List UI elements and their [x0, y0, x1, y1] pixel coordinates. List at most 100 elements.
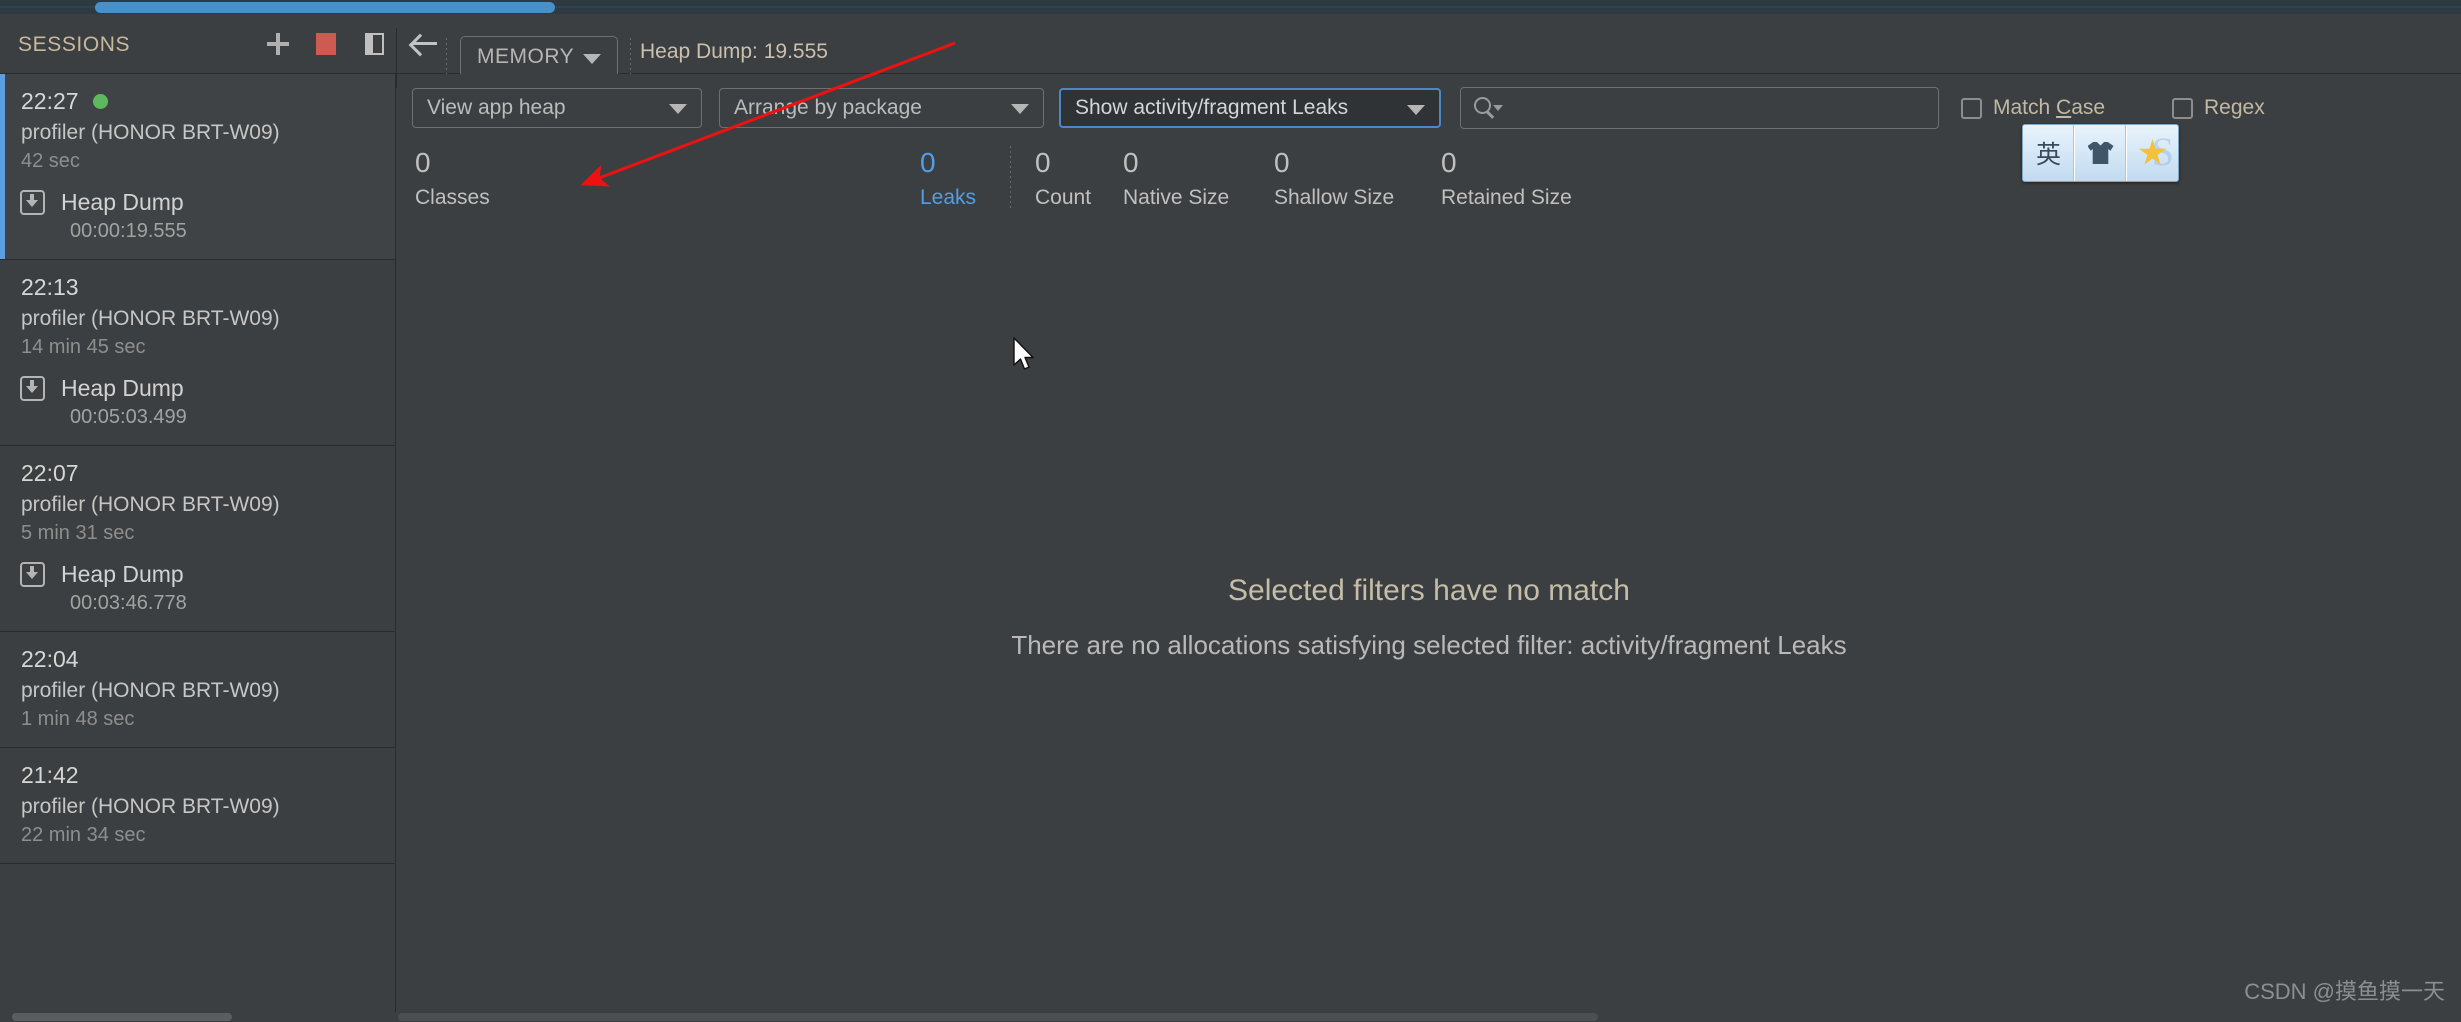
- session-capture-row[interactable]: Heap Dump: [20, 189, 395, 216]
- session-capture-name: Heap Dump: [61, 375, 184, 401]
- checkbox-box-icon: [2172, 97, 2193, 119]
- leak-filter-dropdown[interactable]: Show activity/fragment Leaks: [1059, 88, 1441, 128]
- heap-dump-icon: [20, 376, 45, 401]
- stat-retained-size-caption: Retained Size: [1441, 186, 1572, 209]
- match-case-checkbox[interactable]: Match Case: [1961, 96, 2105, 120]
- stat-count-caption: Count: [1035, 186, 1092, 209]
- session-duration: 42 sec: [21, 150, 80, 172]
- stat-count: 0 Count: [1035, 146, 1091, 212]
- search-icon: [1474, 97, 1503, 121]
- session-device: profiler (HONOR BRT-W09): [21, 493, 280, 516]
- scrollbar-thumb[interactable]: [12, 1013, 232, 1021]
- session-item[interactable]: 22:04 profiler (HONOR BRT-W09) 1 min 48 …: [0, 632, 395, 748]
- session-item[interactable]: 22:07 profiler (HONOR BRT-W09) 5 min 31 …: [0, 446, 395, 632]
- toggle-sessions-panel-button[interactable]: [358, 28, 390, 60]
- header-dotted-divider-left: [446, 38, 447, 76]
- sessions-panel-title: SESSIONS: [18, 33, 131, 56]
- back-arrow-icon: [411, 33, 437, 55]
- stop-record-icon: [316, 33, 336, 55]
- session-time: 22:27: [21, 88, 79, 114]
- session-capture-row[interactable]: Heap Dump: [20, 561, 395, 588]
- regex-checkbox[interactable]: Regex: [2172, 96, 2265, 120]
- plus-icon: [267, 33, 289, 55]
- search-box[interactable]: [1460, 87, 1939, 130]
- heap-dump-icon: [20, 562, 45, 587]
- session-capture-name: Heap Dump: [61, 189, 184, 215]
- session-time-row: 22:07: [21, 460, 395, 487]
- session-selected-accent: [0, 74, 5, 259]
- chevron-down-icon: [1011, 104, 1029, 114]
- session-capture-row[interactable]: Heap Dump: [20, 375, 395, 402]
- stat-classes: 0 Classes: [415, 146, 490, 212]
- session-device: profiler (HONOR BRT-W09): [21, 679, 280, 702]
- leak-filter-label: Show activity/fragment Leaks: [1075, 96, 1349, 119]
- session-item[interactable]: 22:27 profiler (HONOR BRT-W09) 42 sec He…: [0, 74, 395, 260]
- mouse-cursor: [1013, 337, 1034, 370]
- stage-selector-memory[interactable]: MEMORY: [460, 36, 618, 78]
- session-time: 22:07: [21, 460, 79, 486]
- session-device: profiler (HONOR BRT-W09): [21, 121, 280, 144]
- stat-classes-caption: Classes: [415, 186, 490, 209]
- session-capture-timestamp: 00:05:03.499: [70, 406, 187, 428]
- arrange-selector-dropdown[interactable]: Arrange by package: [719, 88, 1044, 128]
- ime-floating-toolbar[interactable]: S 英: [2022, 124, 2179, 182]
- stat-shallow-size: 0 Shallow Size: [1274, 146, 1394, 212]
- heap-selector-dropdown[interactable]: View app heap: [412, 88, 702, 128]
- session-item[interactable]: 21:42 profiler (HONOR BRT-W09) 22 min 34…: [0, 748, 395, 864]
- session-duration: 5 min 31 sec: [21, 522, 135, 544]
- progress-fill: [95, 2, 555, 13]
- stat-leaks-value: 0: [920, 147, 936, 178]
- top-progress-strip: [0, 0, 2461, 14]
- session-time-row: 22:27: [21, 88, 395, 115]
- ime-mode-label: 英: [2035, 141, 2061, 169]
- checkbox-box-icon: [1961, 97, 1982, 119]
- regex-label: Regex: [2204, 96, 2265, 119]
- chevron-down-icon: [1407, 105, 1425, 115]
- stop-recording-button[interactable]: [310, 28, 342, 60]
- stats-divider: [1010, 146, 1011, 210]
- memory-capture-view: View app heap Arrange by package Show ac…: [397, 74, 2461, 1022]
- profiler-window: SESSIONS MEMORY Heap Dump: 19.555 22:27: [0, 0, 2461, 1022]
- stat-retained-size: 0 Retained Size: [1441, 146, 1572, 212]
- session-capture-name: Heap Dump: [61, 561, 184, 587]
- chevron-down-icon: [669, 104, 687, 114]
- ime-favorites-button[interactable]: [2125, 125, 2178, 181]
- sessions-horizontal-scrollbar[interactable]: [0, 1012, 396, 1022]
- stat-shallow-size-caption: Shallow Size: [1274, 186, 1395, 209]
- back-button[interactable]: [408, 28, 440, 60]
- session-capture-timestamp: 00:03:46.778: [70, 592, 187, 614]
- csdn-watermark: CSDN @摸鱼摸一天: [2244, 979, 2445, 1004]
- sessions-panel[interactable]: 22:27 profiler (HONOR BRT-W09) 42 sec He…: [0, 74, 396, 1022]
- scrollbar-thumb[interactable]: [398, 1013, 1598, 1021]
- star-icon: [2139, 139, 2166, 165]
- empty-state-title: Selected filters have no match: [1228, 574, 1630, 607]
- ime-mode-button[interactable]: 英: [2023, 125, 2074, 181]
- shirt-icon: [2087, 142, 2114, 164]
- session-device: profiler (HONOR BRT-W09): [21, 795, 280, 818]
- main-horizontal-scrollbar[interactable]: [397, 1012, 2461, 1022]
- search-input[interactable]: [1507, 88, 1931, 130]
- session-item[interactable]: 22:13 profiler (HONOR BRT-W09) 14 min 45…: [0, 260, 395, 446]
- add-session-button[interactable]: [262, 28, 294, 60]
- session-duration: 14 min 45 sec: [21, 336, 146, 358]
- header-bar: SESSIONS MEMORY Heap Dump: 19.555: [0, 14, 2461, 88]
- match-case-label: Match Case: [1993, 96, 2106, 119]
- heap-selector-label: View app heap: [427, 96, 566, 119]
- stat-native-size-value: 0: [1123, 147, 1139, 178]
- stat-count-value: 0: [1035, 147, 1051, 178]
- stat-shallow-size-value: 0: [1274, 147, 1290, 178]
- stat-native-size-caption: Native Size: [1123, 186, 1230, 209]
- session-time: 21:42: [21, 762, 79, 788]
- stat-leaks[interactable]: 0 Leaks: [920, 146, 976, 212]
- header-dotted-divider-right: [630, 38, 631, 76]
- session-live-indicator-icon: [92, 94, 108, 109]
- session-time-row: 21:42: [21, 762, 395, 789]
- toggle-panel-icon: [364, 33, 384, 55]
- empty-state-message: Selected filters have no match There are…: [397, 574, 2461, 661]
- session-capture-timestamp: 00:00:19.555: [70, 220, 187, 242]
- stage-selector-label: MEMORY: [477, 45, 575, 68]
- session-device: profiler (HONOR BRT-W09): [21, 307, 280, 330]
- ime-skin-button[interactable]: [2073, 125, 2126, 181]
- heap-dump-icon: [20, 190, 45, 215]
- session-time: 22:04: [21, 646, 79, 672]
